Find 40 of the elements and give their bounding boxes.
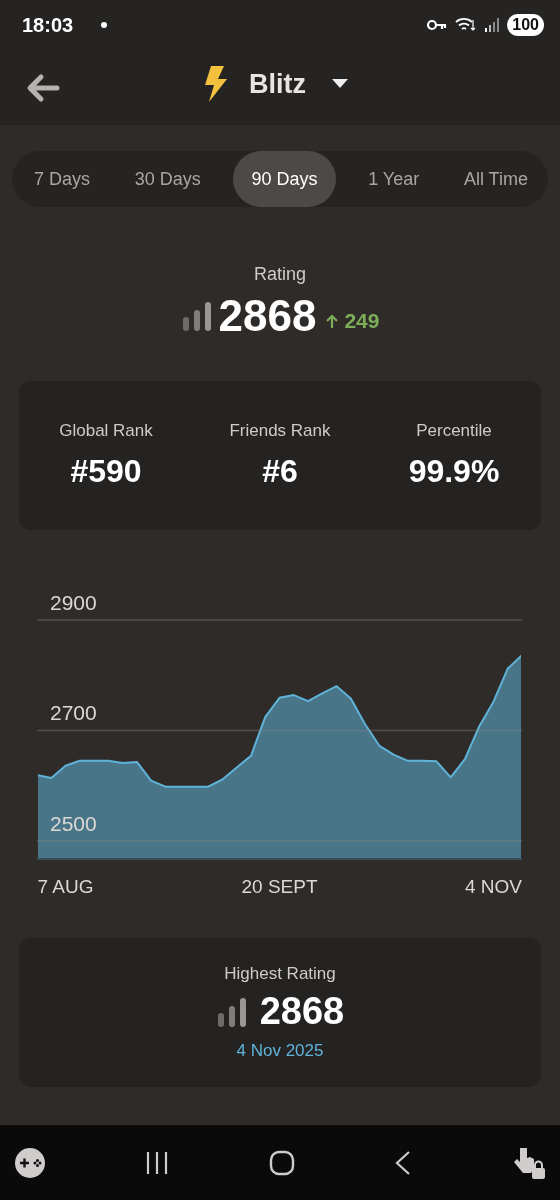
battery-level: 100 [507, 14, 544, 36]
highest-rating-date: 4 Nov 2025 [236, 1041, 324, 1061]
highest-rating-label: Highest Rating [224, 964, 336, 984]
period-tab[interactable]: All Time [451, 151, 540, 207]
lightning-bolt-icon [203, 66, 229, 102]
key-icon [427, 19, 448, 31]
dropdown-caret-icon [332, 79, 348, 89]
rating-change: 249 [344, 309, 380, 333]
stat-label: Friends Rank [229, 421, 331, 441]
stat-value: #590 [70, 453, 142, 490]
x-axis-label: 4 NOV [464, 876, 522, 897]
rating-value: 2868 [218, 291, 317, 341]
status-time: 18:03 [22, 13, 74, 37]
stat-label: Global Rank [59, 421, 153, 441]
x-axis-label: 20 SEPT [241, 876, 318, 897]
highest-rating-value: 2868 [259, 990, 345, 1033]
rating-label: Rating [254, 264, 306, 285]
period-tab[interactable]: 7 Days [22, 151, 103, 207]
gamepad-icon[interactable] [15, 1147, 45, 1178]
x-axis-label: 7 AUG [37, 876, 94, 897]
signal-icon [485, 18, 500, 32]
bar-chart-icon [215, 996, 248, 1027]
wifi-icon [455, 17, 478, 33]
y-axis-label: 2700 [50, 701, 97, 725]
touch-lock-icon[interactable] [512, 1145, 546, 1180]
y-axis-label: 2500 [50, 811, 97, 835]
back-arrow-icon[interactable] [26, 72, 60, 103]
stat-value: 99.9% [408, 453, 500, 490]
home-icon[interactable] [268, 1149, 295, 1176]
y-axis-label: 2900 [50, 591, 97, 614]
notification-dot-icon [101, 22, 108, 28]
period-tab[interactable]: 30 Days [122, 151, 213, 207]
stat-value: #6 [262, 453, 298, 490]
recent-apps-icon[interactable] [144, 1150, 169, 1175]
up-arrow-icon [326, 314, 339, 328]
period-tab[interactable]: 1 Year [356, 151, 432, 207]
period-tab[interactable]: 90 Days [233, 151, 336, 207]
bar-chart-icon [180, 301, 213, 331]
stat-label: Percentile [416, 421, 492, 441]
mode-selector[interactable]: Blitz [203, 66, 348, 102]
